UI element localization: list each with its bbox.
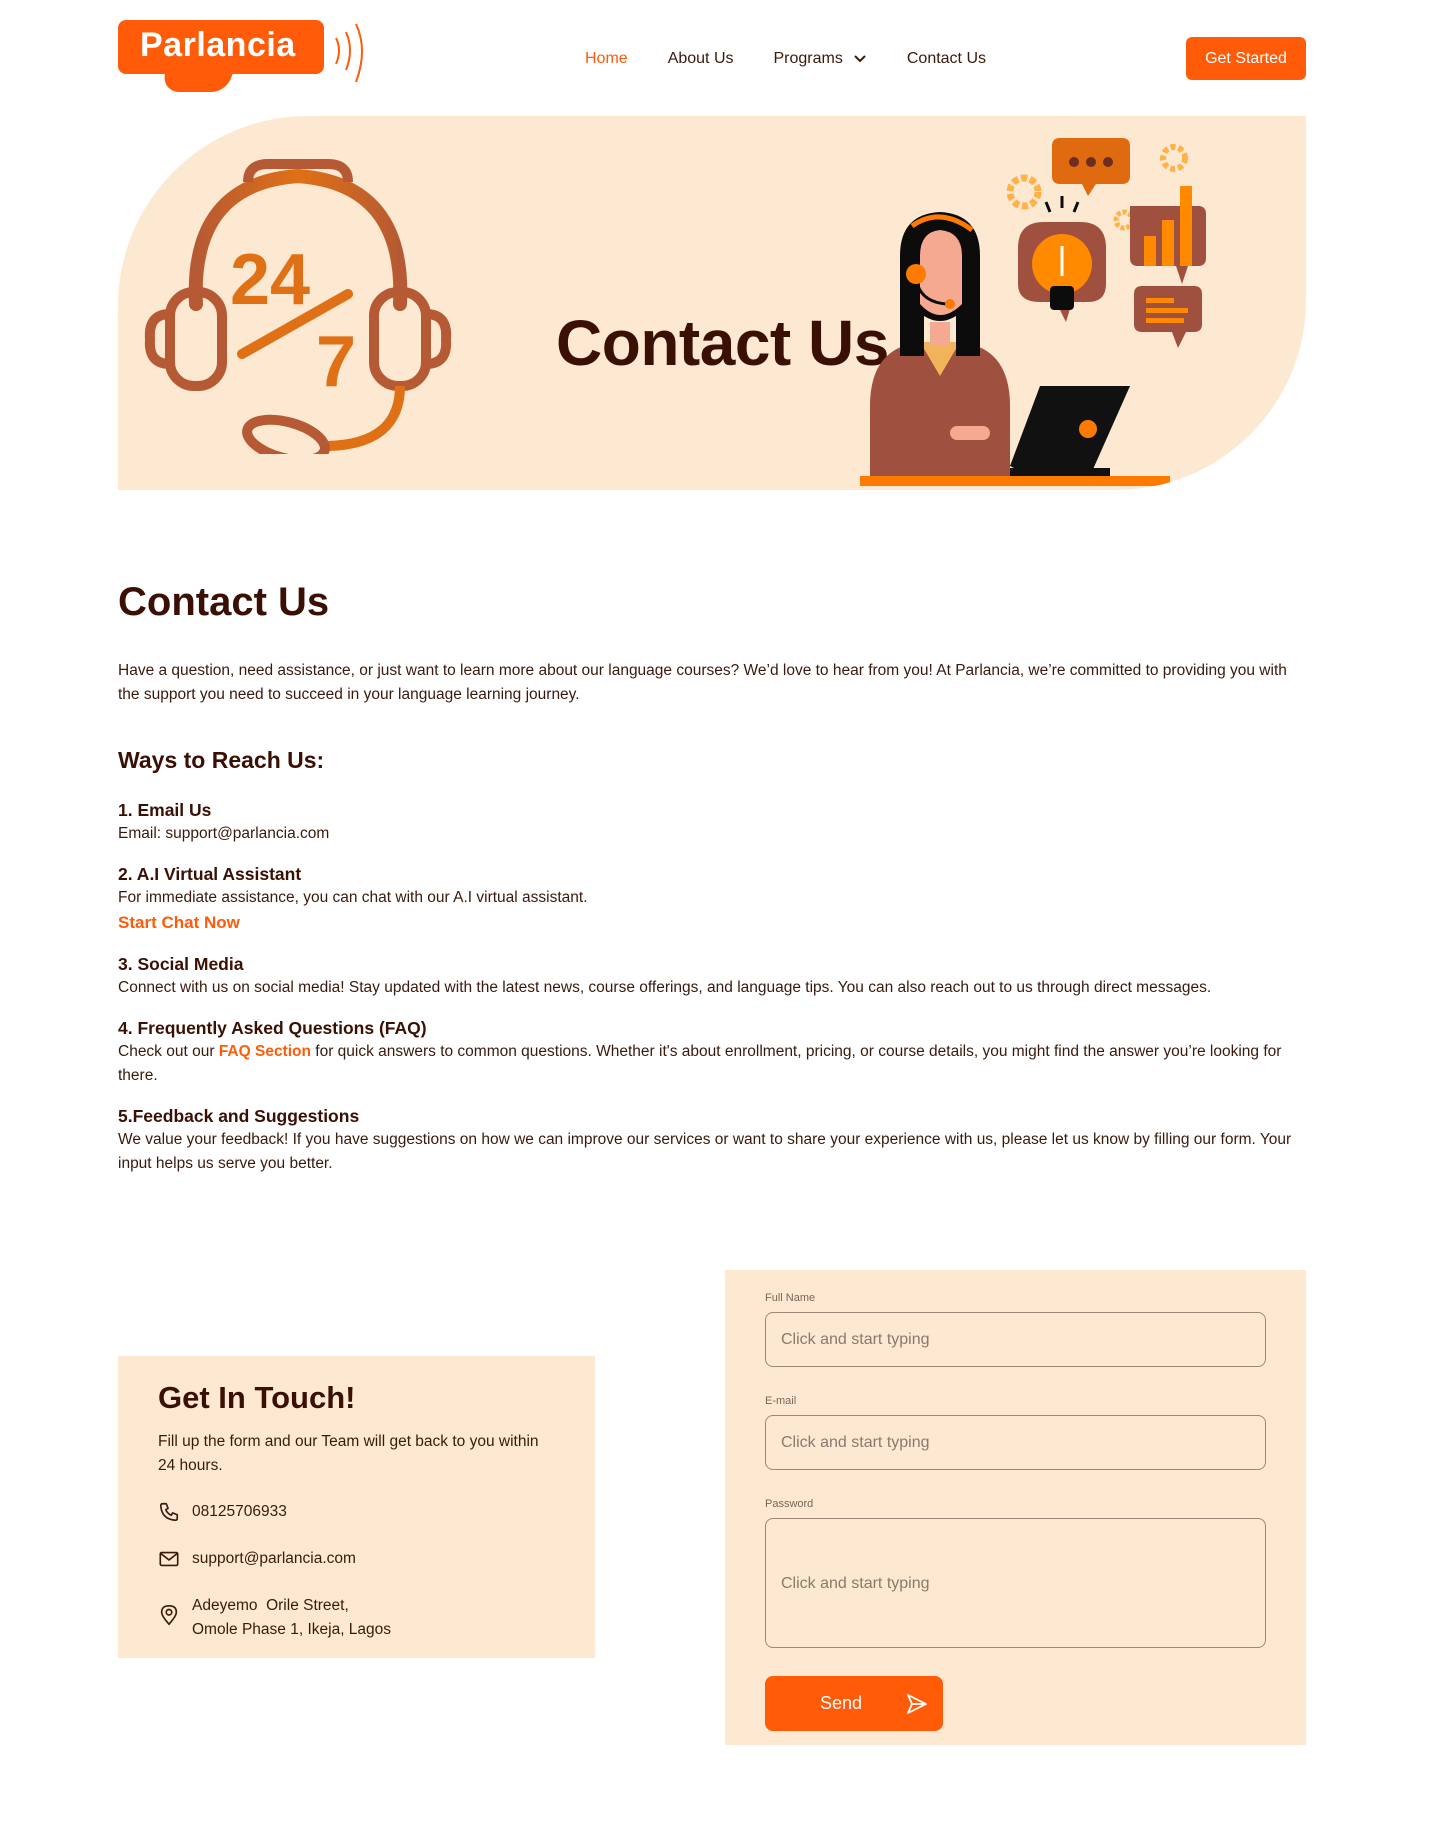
nav-about-us[interactable]: About Us [668, 48, 734, 70]
hero-banner: 24 7 Contact Us [118, 116, 1306, 490]
logo-speech-tail [157, 70, 235, 92]
way-text: For immediate assistance, you can chat w… [118, 889, 588, 906]
support-agent-illustration [860, 138, 1206, 486]
way-text: Check out our FAQ Section for quick answ… [118, 1040, 1306, 1088]
send-icon [907, 1694, 927, 1714]
brand-logo[interactable]: Parlancia [118, 20, 378, 96]
main-menu: Home About Us Programs Contact Us [585, 48, 1026, 70]
contact-email[interactable]: support@parlancia.com [158, 1547, 555, 1571]
get-in-touch-card: Get In Touch! Fill up the form and our T… [118, 1356, 595, 1658]
touch-description: Fill up the form and our Team will get b… [158, 1433, 539, 1474]
way-email: 1. Email Us Email: support@parlancia.com [118, 798, 1306, 846]
logo-text: Parlancia [140, 26, 296, 64]
nav-programs[interactable]: Programs [774, 48, 867, 70]
get-started-button[interactable]: Get Started [1186, 37, 1306, 80]
email-input[interactable] [765, 1415, 1266, 1470]
password-label: Password [765, 1498, 814, 1510]
nav-home[interactable]: Home [585, 48, 628, 70]
headset-text-7: 7 [316, 322, 356, 402]
way-title: 5.Feedback and Suggestions [118, 1106, 360, 1126]
email-address: support@parlancia.com [192, 1550, 356, 1567]
contact-content: Contact Us Have a question, need assista… [118, 580, 1306, 1192]
top-nav: Parlancia Home About Us Programs Contact… [0, 0, 1440, 116]
password-textarea[interactable] [765, 1518, 1266, 1648]
way-faq: 4. Frequently Asked Questions (FAQ) Chec… [118, 1016, 1306, 1088]
full-name-label: Full Name [765, 1292, 816, 1304]
start-chat-link[interactable]: Start Chat Now [118, 913, 240, 932]
email-label: E-mail [765, 1395, 797, 1407]
nav-contact-us[interactable]: Contact Us [907, 48, 986, 70]
contact-form: Full Name E-mail Password Send [725, 1270, 1306, 1745]
touch-title: Get In Touch! [158, 1380, 356, 1415]
contact-address: Adeyemo Orile Street, Omole Phase 1, Ike… [158, 1594, 555, 1642]
address-text: Adeyemo Orile Street, Omole Phase 1, Ike… [192, 1594, 391, 1642]
headset-24-7-icon: 24 7 [144, 159, 452, 454]
way-title: 1. Email Us [118, 800, 212, 820]
way-title: 3. Social Media [118, 954, 244, 974]
hero-title: Contact Us [556, 307, 889, 379]
way-feedback: 5.Feedback and Suggestions We value your… [118, 1104, 1306, 1176]
way-title: 4. Frequently Asked Questions (FAQ) [118, 1018, 427, 1038]
location-pin-icon [160, 1605, 178, 1626]
headset-text-24: 24 [230, 240, 310, 320]
ways-title: Ways to Reach Us: [118, 747, 325, 773]
address-line-1: Adeyemo Orile Street, [192, 1597, 349, 1614]
way-ai-assistant: 2. A.I Virtual Assistant For immediate a… [118, 862, 1306, 936]
mail-icon [159, 1551, 179, 1567]
faq-text-before: Check out our [118, 1043, 215, 1060]
nav-programs-label: Programs [773, 50, 843, 67]
address-line-2: Omole Phase 1, Ikeja, Lagos [192, 1621, 392, 1638]
way-text: Email: support@parlancia.com [118, 825, 330, 842]
contact-phone[interactable]: 08125706933 [158, 1500, 555, 1524]
way-text: Connect with us on social media! Stay up… [118, 979, 1212, 996]
sound-waves-icon [335, 23, 363, 83]
send-label: Send [820, 1693, 863, 1713]
way-social-media: 3. Social Media Connect with us on socia… [118, 952, 1306, 1000]
section-title: Contact Us [118, 580, 330, 624]
phone-number: 08125706933 [192, 1503, 287, 1520]
full-name-input[interactable] [765, 1312, 1266, 1367]
phone-icon [159, 1502, 179, 1522]
way-title: 2. A.I Virtual Assistant [118, 864, 302, 884]
faq-section-link[interactable]: FAQ Section [219, 1043, 311, 1060]
intro-text: Have a question, need assistance, or jus… [118, 662, 1287, 703]
chevron-down-icon [854, 55, 866, 63]
send-button[interactable]: Send [765, 1676, 943, 1731]
way-text: We value your feedback! If you have sugg… [118, 1131, 1292, 1172]
